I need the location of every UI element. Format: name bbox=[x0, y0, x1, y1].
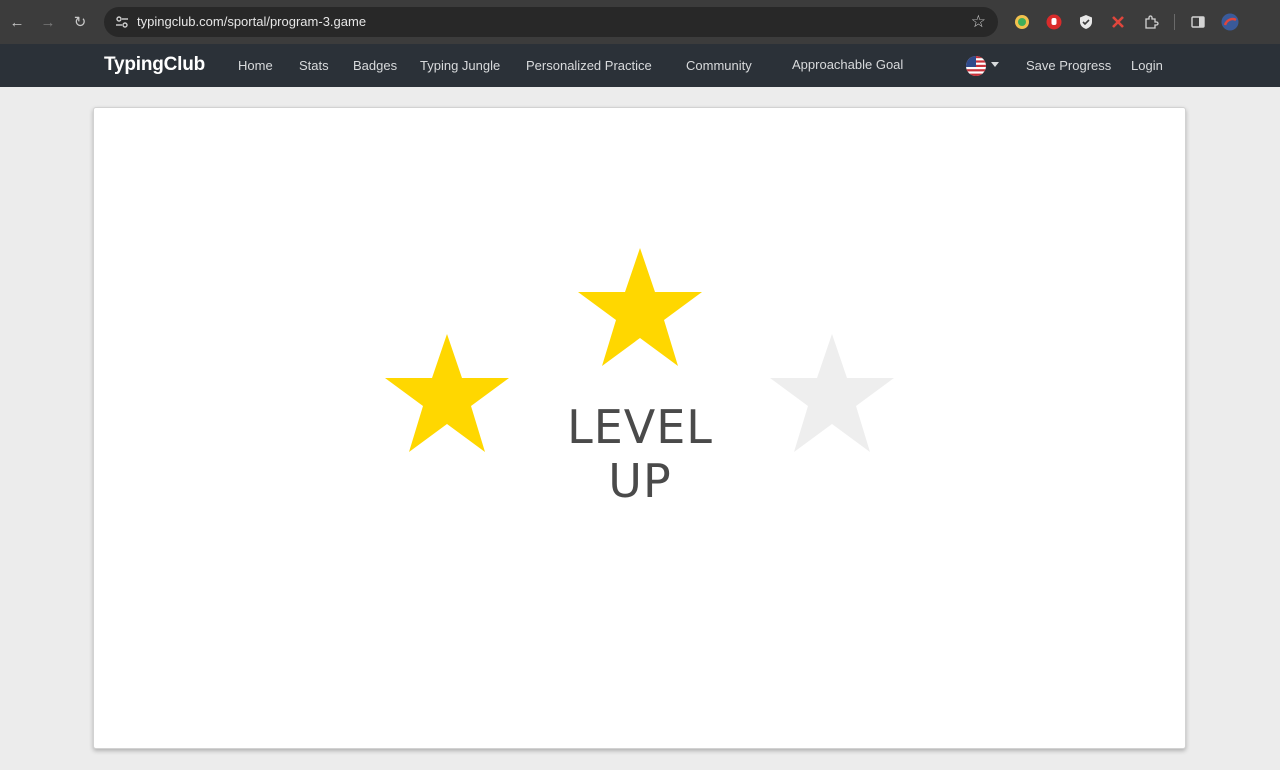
back-icon[interactable]: ← bbox=[5, 10, 29, 34]
nav-community[interactable]: Community bbox=[686, 58, 752, 73]
extension-shield-icon[interactable] bbox=[1076, 12, 1096, 32]
url-text[interactable]: typingclub.com/sportal/program-3.game bbox=[137, 14, 366, 29]
site-settings-icon[interactable] bbox=[112, 12, 132, 32]
save-progress-link[interactable]: Save Progress bbox=[1026, 58, 1111, 73]
star-1-icon bbox=[385, 334, 509, 452]
us-flag-icon[interactable] bbox=[966, 56, 986, 76]
address-bar[interactable]: typingclub.com/sportal/program-3.game ☆ bbox=[104, 7, 998, 37]
site-navbar: TypingClub Home Stats Badges Typing Jung… bbox=[0, 44, 1280, 87]
bookmark-star-icon[interactable]: ☆ bbox=[971, 12, 986, 32]
extension-green-icon[interactable] bbox=[1012, 12, 1032, 32]
profile-avatar-icon[interactable] bbox=[1220, 12, 1240, 32]
extension-stop-hand-icon[interactable] bbox=[1044, 12, 1064, 32]
reload-icon[interactable]: ↻ bbox=[68, 10, 92, 34]
star-3-icon bbox=[770, 334, 894, 452]
nav-badges[interactable]: Badges bbox=[353, 58, 397, 73]
language-dropdown-caret-icon[interactable] bbox=[991, 62, 999, 67]
nav-home[interactable]: Home bbox=[238, 58, 273, 73]
side-panel-icon[interactable] bbox=[1188, 12, 1208, 32]
extension-red-x-icon[interactable] bbox=[1108, 12, 1128, 32]
star-2-icon bbox=[578, 248, 702, 366]
forward-icon[interactable]: → bbox=[36, 10, 60, 34]
brand-logo[interactable]: TypingClub bbox=[104, 54, 205, 76]
nav-typing-jungle[interactable]: Typing Jungle bbox=[420, 58, 500, 73]
level-result-panel: LEVEL UP bbox=[93, 107, 1186, 749]
level-up-title: LEVEL UP bbox=[567, 400, 713, 508]
extensions-puzzle-icon[interactable] bbox=[1141, 12, 1161, 32]
nav-stats[interactable]: Stats bbox=[299, 58, 329, 73]
login-link[interactable]: Login bbox=[1131, 58, 1163, 73]
toolbar-divider bbox=[1174, 14, 1175, 30]
nav-personalized-practice[interactable]: Personalized Practice bbox=[526, 58, 652, 73]
browser-toolbar: ← → ↻ typingclub.com/sportal/program-3.g… bbox=[0, 0, 1280, 44]
nav-approachable-goal[interactable]: Approachable Goal bbox=[792, 57, 903, 72]
